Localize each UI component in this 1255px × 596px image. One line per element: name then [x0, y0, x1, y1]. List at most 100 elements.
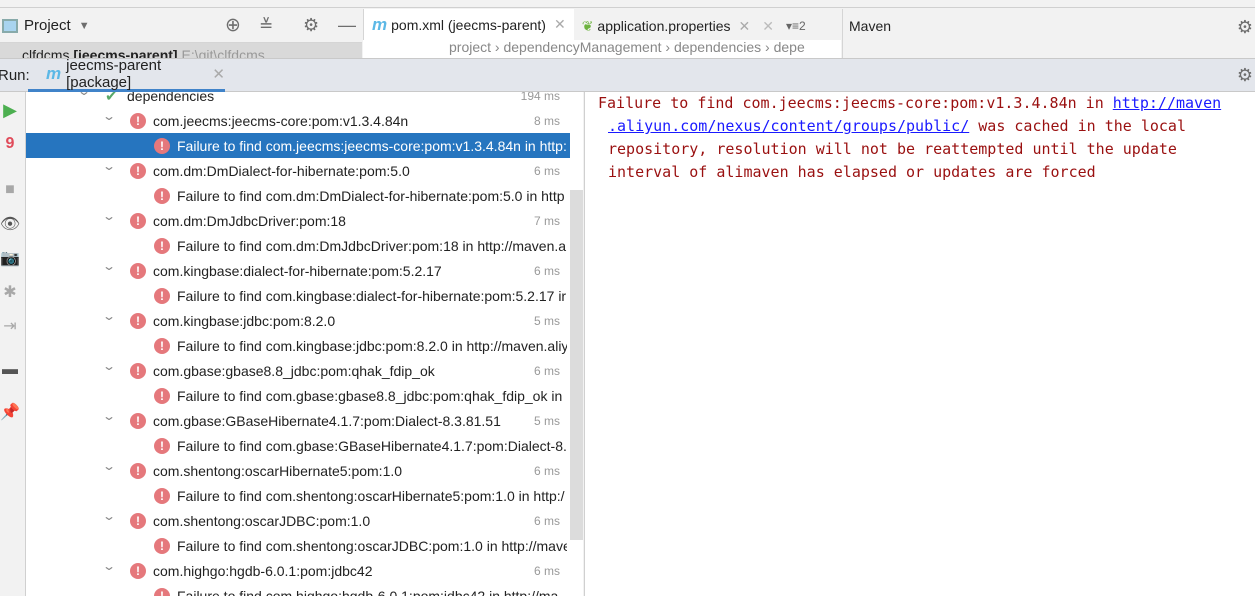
tab-overflow-button[interactable]: ▾≡2: [786, 19, 806, 33]
tree-row[interactable]: ⌄! com.gbase:GBaseHibernate4.1.7:pom:Dial…: [26, 408, 570, 433]
chevron-down-icon[interactable]: ⌄: [102, 209, 116, 223]
camera-icon[interactable]: 📷: [0, 248, 20, 268]
tree-row[interactable]: ⌄! com.gbase:gbase8.8_jdbc:pom:qhak_fdip_…: [26, 358, 570, 383]
tree-row-label: Failure to find com.shentong:oscarJDBC:p…: [177, 537, 567, 554]
tree-row[interactable]: ! Failure to find com.shentong:oscarHiber…: [26, 483, 570, 508]
tree-row-label: com.kingbase:dialect-for-hibernate:pom:5…: [153, 262, 442, 279]
console-line: interval of alimaven has elapsed or upda…: [608, 163, 1096, 181]
hide-icon[interactable]: —: [338, 15, 356, 36]
close-icon[interactable]: ✕: [554, 16, 566, 33]
tree-row-label: Failure to find com.kingbase:jdbc:pom:8.…: [177, 337, 567, 354]
error-icon: !: [154, 387, 170, 404]
tree-row[interactable]: ! Failure to find com.gbase:gbase8.8_jdbc…: [26, 383, 570, 408]
error-icon: !: [154, 487, 170, 504]
error-icon: !: [154, 137, 170, 154]
tree-row-label: Failure to find com.dm:DmJdbcDriver:pom:…: [177, 237, 567, 254]
error-icon: !: [130, 112, 146, 129]
collapse-all-icon[interactable]: ≚: [259, 16, 273, 36]
gear-icon[interactable]: ⚙: [1237, 65, 1253, 86]
project-view-selector[interactable]: Project: [24, 17, 71, 34]
gear-icon[interactable]: ⚙: [303, 15, 319, 36]
duration-label: 7 ms: [533, 213, 560, 228]
chevron-down-icon[interactable]: ▼: [79, 20, 90, 32]
tree-row[interactable]: ! Failure to find com.highgo:hgdb-6.0.1:p…: [26, 583, 570, 596]
chevron-down-icon[interactable]: ⌄: [102, 409, 116, 423]
tree-row[interactable]: ! Failure to find com.dm:DmJdbcDriver:pom…: [26, 233, 570, 258]
tree-row[interactable]: ! Failure to find com.shentong:oscarJDBC:…: [26, 533, 570, 558]
chevron-down-icon[interactable]: ⌄: [102, 509, 116, 523]
chevron-down-icon[interactable]: ⌄: [102, 259, 116, 273]
duration-label: 5 ms: [533, 313, 560, 328]
tab-application-properties[interactable]: ❦ application.properties ✕: [574, 9, 759, 43]
project-panel-header: Project ▼ ⊕ ≚ ⚙ —: [0, 9, 362, 43]
error-icon: !: [130, 312, 146, 329]
close-icon[interactable]: ✕: [762, 18, 774, 35]
tree-row[interactable]: ⌄! com.shentong:oscarHibernate5:pom:1.0 6 …: [26, 458, 570, 483]
locate-icon[interactable]: ⊕: [225, 14, 241, 37]
run-side-toolbar: ▶ 9 ■ 👁 📷 ✱ ⇥ ▬ 📌: [0, 92, 26, 596]
rerun-failed-icon[interactable]: 9: [0, 134, 20, 154]
chevron-down-icon[interactable]: ⌄: [102, 109, 116, 123]
spring-leaf-icon: ❦: [581, 17, 594, 34]
error-icon: !: [130, 412, 146, 429]
layout-icon[interactable]: ▬: [0, 360, 20, 380]
chevron-down-icon[interactable]: ⌄: [102, 309, 116, 323]
tree-row-label: com.kingbase:jdbc:pom:8.2.0: [153, 312, 336, 329]
tree-row[interactable]: ! Failure to find com.kingbase:jdbc:pom:8…: [26, 333, 570, 358]
run-toolbar: Run: m jeecms-parent [package] ✕ ⚙: [0, 57, 1255, 92]
export-icon[interactable]: ⇥: [0, 316, 20, 336]
tree-row-label: com.shentong:oscarJDBC:pom:1.0: [153, 512, 371, 529]
rerun-icon[interactable]: ▶: [0, 100, 20, 120]
pin-icon[interactable]: 📌: [0, 402, 20, 422]
maven-icon: m: [46, 64, 62, 83]
run-tab-jeecms-parent[interactable]: m jeecms-parent [package] ✕: [28, 57, 225, 92]
duration-label: 6 ms: [533, 563, 560, 578]
debug-icon[interactable]: ✱: [0, 282, 20, 302]
repository-link[interactable]: http://maven: [1113, 94, 1221, 112]
close-icon[interactable]: ✕: [739, 18, 751, 35]
repository-link[interactable]: .aliyun.com/nexus/content/groups/public/: [608, 117, 969, 135]
chevron-down-icon[interactable]: ⌄: [102, 159, 116, 173]
tree-row-label: Failure to find com.dm:DmDialect-for-hib…: [177, 187, 565, 204]
tree-row-label: Failure to find com.kingbase:dialect-for…: [177, 287, 567, 304]
close-icon[interactable]: ✕: [212, 65, 225, 83]
tree-row-label: Failure to find com.gbase:gbase8.8_jdbc:…: [177, 387, 567, 404]
tree-scrollbar[interactable]: [570, 190, 583, 540]
duration-label: 8 ms: [533, 113, 560, 128]
success-check-icon: ✔: [105, 92, 118, 105]
tree-row[interactable]: ⌄! com.dm:DmJdbcDriver:pom:18 7 ms: [26, 208, 570, 233]
error-icon: !: [130, 212, 146, 229]
stop-icon[interactable]: ■: [0, 180, 20, 200]
tree-row-label: dependencies: [127, 92, 215, 104]
tree-row-label: com.gbase:gbase8.8_jdbc:pom:qhak_fdip_ok: [153, 362, 435, 379]
gear-icon[interactable]: ⚙: [1237, 17, 1253, 38]
tab-pom-xml[interactable]: m pom.xml (jeecms-parent) ✕: [364, 9, 574, 43]
eye-icon[interactable]: 👁: [0, 214, 20, 234]
error-icon: !: [154, 537, 170, 554]
tree-row[interactable]: ! Failure to find com.dm:DmDialect-for-hi…: [26, 183, 570, 208]
chevron-down-icon[interactable]: ⌄: [102, 559, 116, 573]
tree-row[interactable]: ! Failure to find com.jeecms:jeecms-core:…: [26, 133, 570, 158]
tree-row[interactable]: ⌄! com.jeecms:jeecms-core:pom:v1.3.4.84n 8…: [26, 108, 570, 133]
error-icon: !: [130, 562, 146, 579]
console-output: Failure to find com.jeecms:jeecms-core:p…: [584, 92, 1255, 596]
tree-row[interactable]: ⌄! com.shentong:oscarJDBC:pom:1.0 6 ms: [26, 508, 570, 533]
maven-icon: m: [372, 14, 388, 34]
duration-label: 194 ms: [520, 92, 560, 103]
breadcrumb: project › dependencyManagement › depende…: [363, 40, 841, 58]
tree-row[interactable]: ! Failure to find com.gbase:GBaseHibernat…: [26, 433, 570, 458]
duration-label: 6 ms: [533, 163, 560, 178]
tree-row[interactable]: ⌄! com.kingbase:dialect-for-hibernate:pom…: [26, 258, 570, 283]
chevron-down-icon[interactable]: ⌄: [102, 459, 116, 473]
chevron-down-icon[interactable]: ⌄: [102, 359, 116, 373]
tree-row[interactable]: ⌄! com.kingbase:jdbc:pom:8.2.0 5 ms: [26, 308, 570, 333]
chevron-down-icon[interactable]: ⌄: [77, 92, 91, 98]
tree-row[interactable]: ⌄! com.dm:DmDialect-for-hibernate:pom:5.0…: [26, 158, 570, 183]
tree-row[interactable]: ⌄! com.highgo:hgdb-6.0.1:pom:jdbc42 6 ms: [26, 558, 570, 583]
title-strip: [0, 0, 1255, 8]
tree-row-label: com.shentong:oscarHibernate5:pom:1.0: [153, 462, 403, 479]
tree-row[interactable]: ! Failure to find com.kingbase:dialect-fo…: [26, 283, 570, 308]
tree-row-label: Failure to find com.gbase:GBaseHibernate…: [177, 437, 567, 454]
tree-row[interactable]: ⌄ ✔ dependencies 194 ms: [26, 92, 570, 108]
error-icon: !: [130, 362, 146, 379]
